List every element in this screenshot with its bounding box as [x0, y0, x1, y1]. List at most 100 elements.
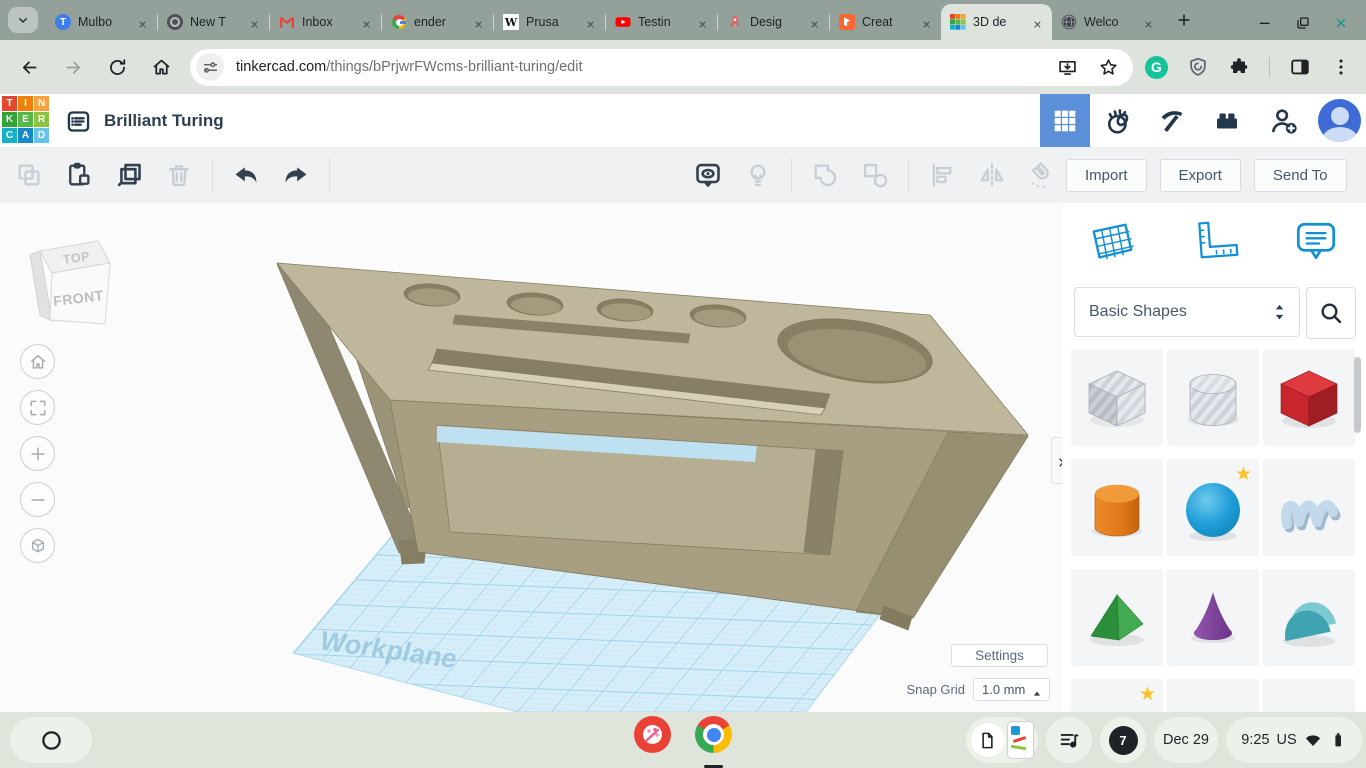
- url-text[interactable]: tinkercad.com/things/bPrjwrFWcms-brillia…: [236, 59, 583, 75]
- launcher-button[interactable]: [10, 717, 92, 763]
- tab-close-button[interactable]: [134, 14, 150, 30]
- browser-tab-testin[interactable]: Testin: [606, 4, 717, 40]
- tab-close-button[interactable]: [918, 14, 934, 30]
- mode-3d-design-button[interactable]: [1040, 94, 1090, 147]
- panel-scrollbar[interactable]: [1354, 357, 1361, 433]
- shape-tile-round-roof[interactable]: [1263, 569, 1355, 666]
- browser-tab-ender[interactable]: ender: [382, 4, 493, 40]
- side-panel-button[interactable]: [1289, 56, 1311, 78]
- tinkercad-logo[interactable]: TINKERCAD: [2, 96, 51, 145]
- delete-button[interactable]: [162, 158, 196, 192]
- mirror-button[interactable]: [975, 158, 1009, 192]
- 3d-scene[interactable]: Workplane: [0, 203, 1062, 712]
- browser-tab-welco[interactable]: Welco: [1052, 4, 1163, 40]
- site-info-button[interactable]: [196, 53, 224, 81]
- tab-close-button[interactable]: [806, 14, 822, 30]
- brick-export-button[interactable]: [1205, 104, 1249, 138]
- tab-close-button[interactable]: [1140, 14, 1156, 30]
- shape-tile-roof[interactable]: [1071, 569, 1163, 666]
- view-home-button[interactable]: [20, 344, 55, 379]
- export-button[interactable]: Export: [1160, 159, 1241, 192]
- grammarly-extension-icon[interactable]: G: [1145, 56, 1168, 79]
- date-button[interactable]: Dec 29: [1154, 717, 1218, 763]
- shield-extension-icon[interactable]: [1187, 56, 1209, 78]
- chrome-app-icon[interactable]: [695, 716, 732, 753]
- back-button[interactable]: [14, 52, 44, 82]
- shape-tile-cone[interactable]: [1167, 569, 1259, 666]
- workplane-tool-button[interactable]: [1086, 217, 1138, 269]
- redo-button[interactable]: [279, 158, 313, 192]
- browser-tab-new-t[interactable]: New T: [158, 4, 269, 40]
- snap-grid-dropdown[interactable]: 1.0 mm: [973, 678, 1050, 701]
- forward-button[interactable]: [58, 52, 88, 82]
- minimize-button[interactable]: [1254, 12, 1276, 34]
- browser-tab-prusa[interactable]: WPrusa: [494, 4, 605, 40]
- tab-search-button[interactable]: [8, 7, 38, 33]
- fit-view-button[interactable]: [20, 390, 55, 425]
- favorite-star-icon[interactable]: ★: [1235, 465, 1252, 484]
- shape-tile-scribble[interactable]: [1263, 459, 1355, 556]
- design-properties-button[interactable]: [62, 105, 94, 137]
- canvas-app-icon[interactable]: [634, 716, 671, 753]
- install-app-icon[interactable]: [1057, 57, 1078, 78]
- address-bar[interactable]: tinkercad.com/things/bPrjwrFWcms-brillia…: [190, 49, 1133, 86]
- notification-counter[interactable]: 7: [1100, 717, 1146, 763]
- tab-close-button[interactable]: [246, 14, 262, 30]
- view-cube[interactable]: TOP FRONT: [18, 221, 118, 331]
- browser-tab-mulbo[interactable]: TMulbo: [46, 4, 157, 40]
- tab-close-button[interactable]: [358, 14, 374, 30]
- minecraft-export-button[interactable]: [1149, 104, 1193, 138]
- new-tab-button[interactable]: [1171, 6, 1199, 34]
- tips-button[interactable]: [741, 158, 775, 192]
- tab-close-button[interactable]: [1029, 14, 1045, 30]
- notes-tool-button[interactable]: [1290, 217, 1342, 269]
- browser-tab-desig[interactable]: Desig: [718, 4, 829, 40]
- zoom-out-button[interactable]: [20, 482, 55, 517]
- ruler-tool-button[interactable]: [1188, 217, 1240, 269]
- reload-button[interactable]: [102, 52, 132, 82]
- tab-close-button[interactable]: [694, 14, 710, 30]
- workplane-magnet-button[interactable]: [1025, 158, 1059, 192]
- ungroup-button[interactable]: [858, 158, 892, 192]
- shape-tile-transparent-cylinder[interactable]: [1167, 349, 1259, 446]
- paste-button[interactable]: [62, 158, 96, 192]
- show-notes-button[interactable]: [691, 158, 725, 192]
- browser-menu-button[interactable]: [1330, 56, 1352, 78]
- shape-tile-partial[interactable]: ★: [1071, 679, 1163, 712]
- screenshot-thumbnail[interactable]: [1007, 721, 1034, 759]
- duplicate-button[interactable]: [112, 158, 146, 192]
- shape-tile-transparent-box[interactable]: [1071, 349, 1163, 446]
- shape-tile-sphere[interactable]: ★: [1167, 459, 1259, 556]
- zoom-in-button[interactable]: [20, 436, 55, 471]
- tab-close-button[interactable]: [470, 14, 486, 30]
- close-window-button[interactable]: [1330, 12, 1352, 34]
- screen-capture-button[interactable]: [966, 717, 1038, 763]
- restore-button[interactable]: [1292, 12, 1314, 34]
- status-area[interactable]: 9:25 US: [1226, 717, 1362, 763]
- send-to-button[interactable]: Send To: [1254, 159, 1347, 192]
- account-avatar[interactable]: [1318, 99, 1361, 142]
- align-button[interactable]: [925, 158, 959, 192]
- browser-tab-inbox[interactable]: Inbox: [270, 4, 381, 40]
- copy-button[interactable]: [12, 158, 46, 192]
- home-button[interactable]: [146, 52, 176, 82]
- bookmark-icon[interactable]: [1098, 57, 1119, 78]
- settings-button[interactable]: Settings: [951, 644, 1048, 667]
- viewport[interactable]: Workplane: [0, 203, 1062, 712]
- browser-tab-3d-de[interactable]: 3D de: [941, 4, 1052, 40]
- shape-tile-box[interactable]: [1263, 349, 1355, 446]
- browser-tab-creat[interactable]: Creat: [830, 4, 941, 40]
- media-queue-button[interactable]: [1046, 717, 1092, 763]
- shape-category-dropdown[interactable]: Basic Shapes: [1074, 287, 1300, 337]
- shape-tile-partial[interactable]: [1263, 679, 1355, 712]
- sim-lab-button[interactable]: [1096, 104, 1140, 138]
- design-title[interactable]: Brilliant Turing: [104, 94, 224, 147]
- import-button[interactable]: Import: [1066, 159, 1147, 192]
- extensions-puzzle-icon[interactable]: [1228, 56, 1250, 78]
- favorite-star-icon[interactable]: ★: [1139, 685, 1156, 704]
- perspective-toggle-button[interactable]: [20, 528, 55, 563]
- undo-button[interactable]: [229, 158, 263, 192]
- shape-tile-cylinder[interactable]: [1071, 459, 1163, 556]
- group-button[interactable]: [808, 158, 842, 192]
- invite-button[interactable]: [1262, 104, 1306, 138]
